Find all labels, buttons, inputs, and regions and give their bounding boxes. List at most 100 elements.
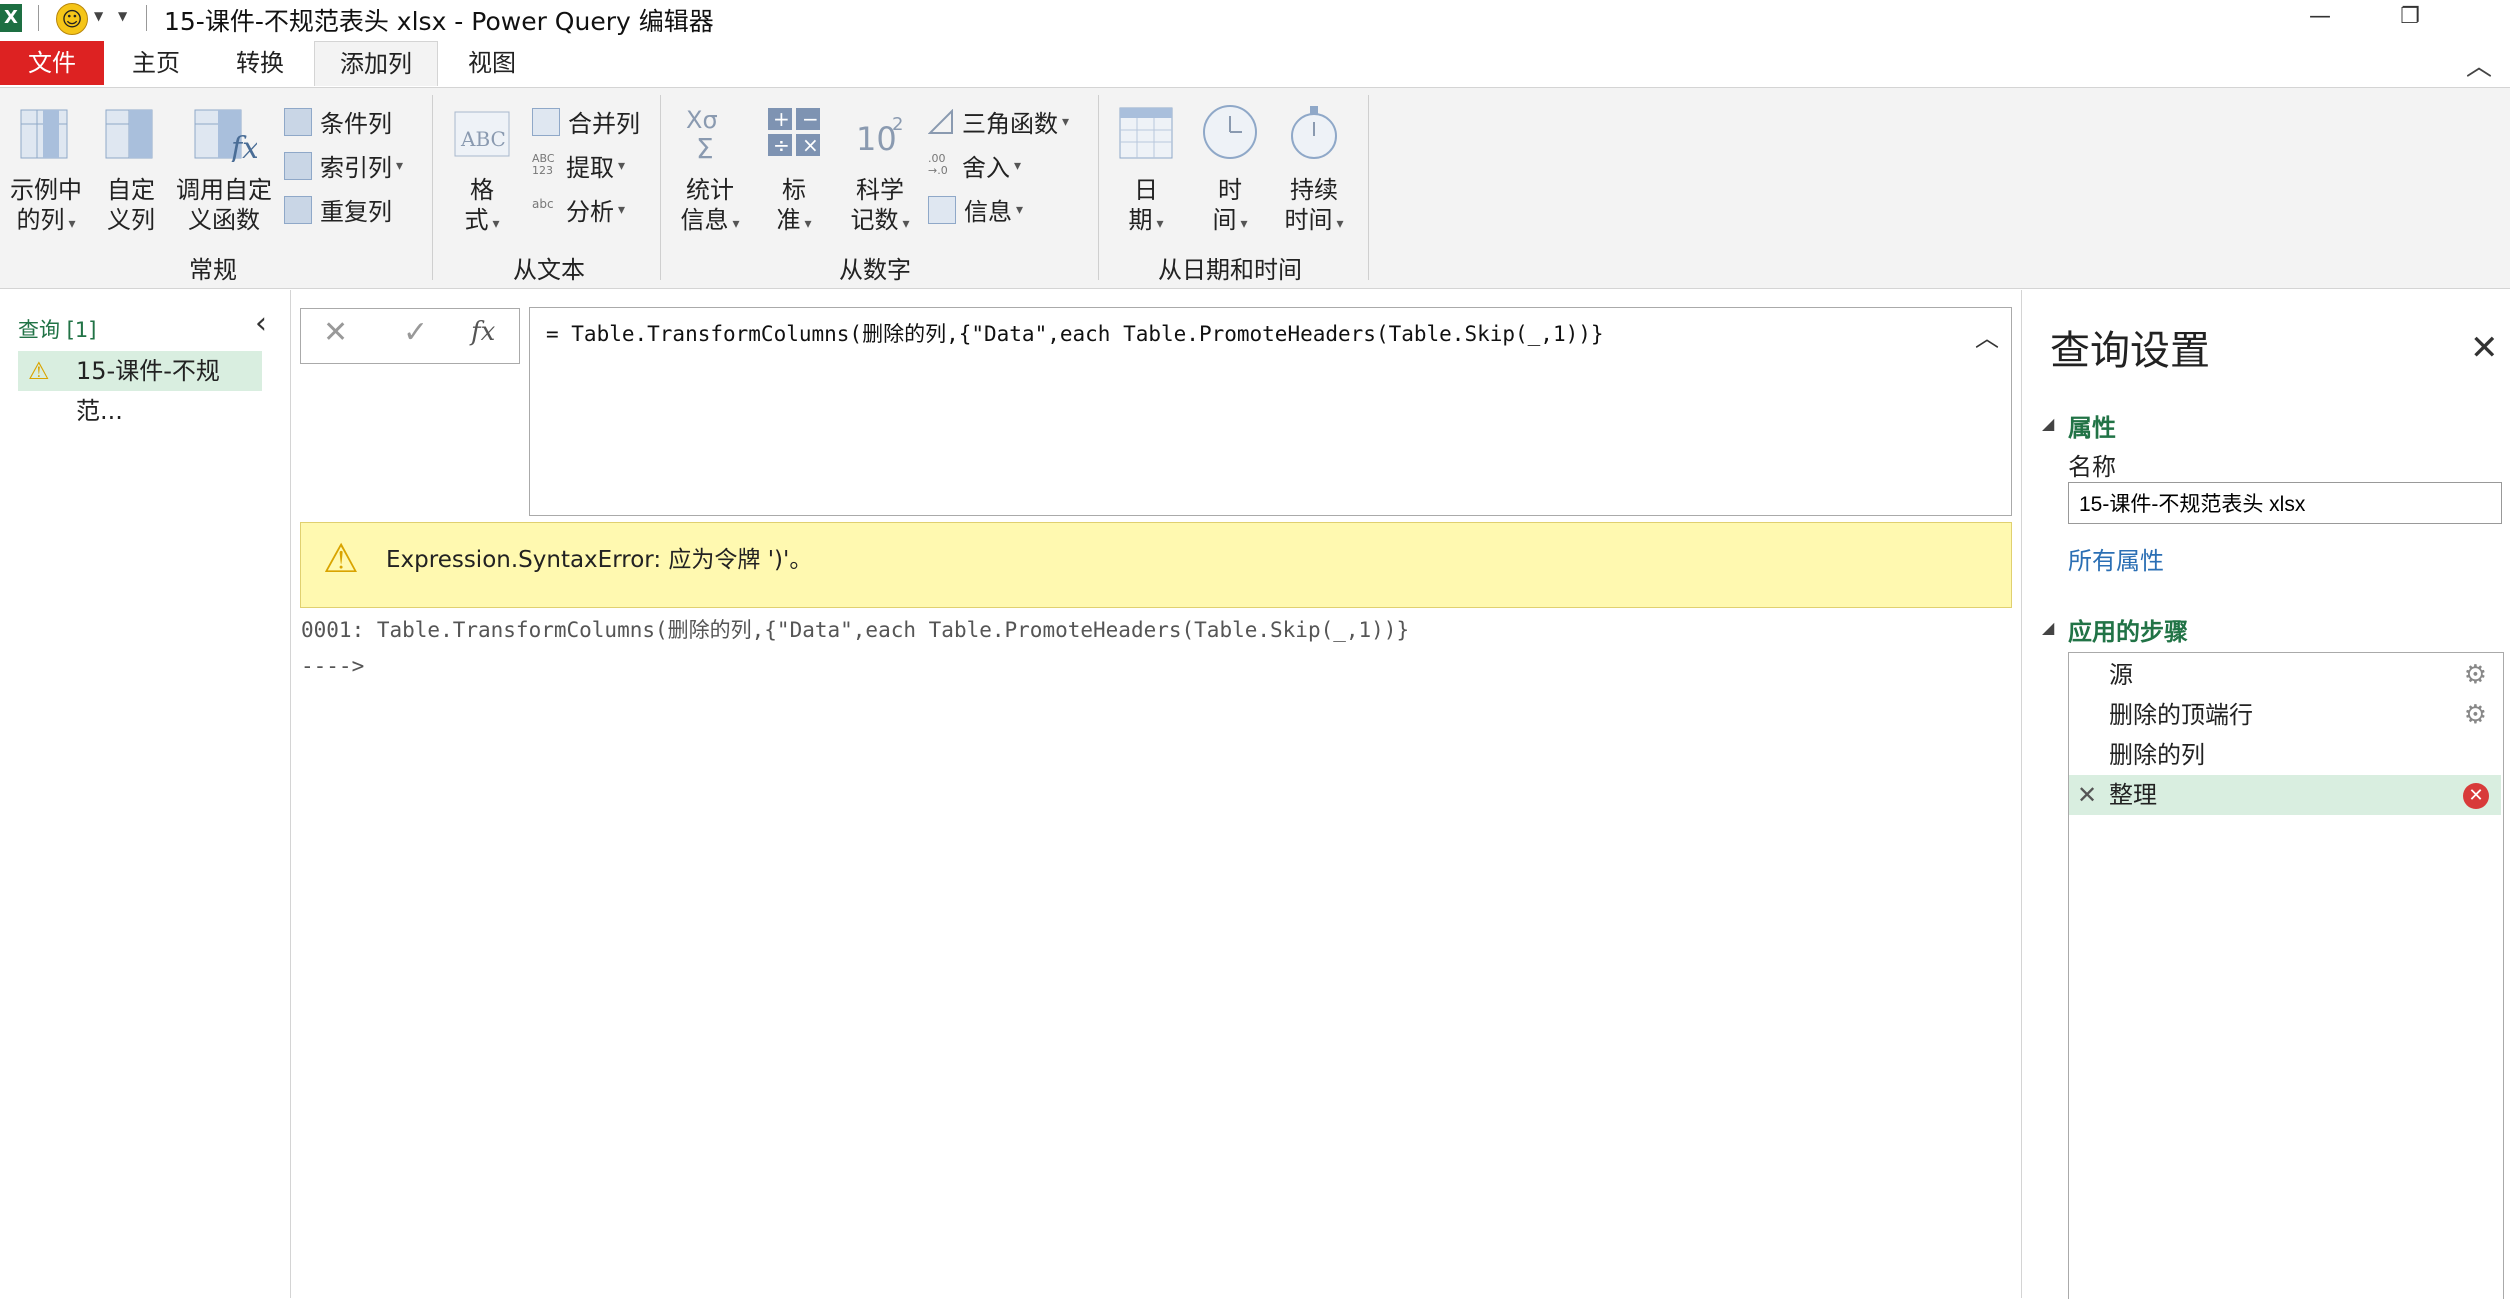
duplicate-column-icon (284, 195, 312, 224)
column-from-examples-label-1: 示例中 (10, 176, 82, 204)
customize-toolbar-icon[interactable]: ▼ (118, 9, 127, 23)
date-label-1: 日 (1134, 176, 1158, 204)
svg-text:÷: ÷ (773, 133, 790, 157)
smiley-icon[interactable]: ☺ (56, 3, 88, 35)
collapse-left-icon[interactable]: ‹ (255, 306, 267, 341)
tab-view[interactable]: 视图 (456, 41, 528, 85)
queries-header[interactable]: 查询 [1] (18, 314, 96, 344)
properties-header[interactable]: 属性 (2068, 408, 2116, 443)
duplicate-column-button[interactable]: 重复列 (284, 192, 392, 227)
time-label-2: 间 ▾ (1212, 206, 1248, 234)
restore-icon[interactable]: ❐ (2380, 0, 2440, 36)
minimize-icon[interactable]: — (2290, 0, 2350, 36)
extract-button[interactable]: ABC 123 提取 ▾ (532, 148, 625, 183)
group-label-from-number: 从数字 (839, 256, 911, 284)
error-detail-pointer: ----> (301, 654, 365, 678)
query-item-label: 15-课件-不规范... (76, 357, 220, 425)
collapse-triangle-icon[interactable]: ◢ (2042, 618, 2054, 637)
standard-icon: + −÷ × (768, 107, 820, 157)
scientific-label-1: 科学 (856, 176, 904, 204)
cancel-icon[interactable]: ✕ (323, 315, 348, 350)
step-label: 源 (2109, 661, 2133, 689)
formula-text[interactable]: = Table.TransformColumns(删除的列,{"Data",ea… (546, 318, 1604, 348)
delete-step-icon[interactable]: ✕ (2077, 775, 2097, 815)
index-column-button[interactable]: 索引列 ▾ (284, 148, 403, 183)
information-button[interactable]: 信息 ▾ (928, 192, 1023, 227)
format-label-2: 式 ▾ (464, 206, 500, 234)
name-input[interactable] (2068, 482, 2502, 524)
column-from-examples-button[interactable]: 示例中 的列 ▾ (6, 102, 86, 239)
error-message: Expression.SyntaxError: 应为令牌 ')'。 (386, 547, 813, 573)
warning-icon: ⚠ (323, 536, 359, 582)
tab-file[interactable]: 文件 (0, 41, 104, 85)
gear-icon[interactable]: ⚙ (2464, 695, 2487, 735)
scientific-button[interactable]: 10 2 科学 记数 ▾ (840, 102, 920, 239)
conditional-column-button[interactable]: 条件列 (284, 104, 392, 139)
statistics-label-2: 信息 ▾ (680, 206, 740, 234)
svg-text:−: − (802, 107, 819, 131)
merge-columns-label: 合并列 (568, 110, 640, 138)
rounding-label: 舍入 (962, 154, 1010, 182)
step-removed-columns[interactable]: 删除的列 (2069, 735, 2501, 775)
merge-columns-button[interactable]: 合并列 (532, 104, 640, 139)
gear-icon[interactable]: ⚙ (2464, 655, 2487, 695)
error-icon: ✕ (2463, 783, 2489, 809)
calendar-icon (1119, 107, 1173, 159)
group-separator (1368, 95, 1369, 280)
collapse-ribbon-icon[interactable]: ︿ (2466, 46, 2492, 83)
step-label: 删除的顶端行 (2109, 701, 2253, 729)
rounding-button[interactable]: .00 →.0 舍入 ▾ (928, 148, 1021, 183)
stopwatch-icon (1291, 106, 1337, 159)
scientific-icon: 102 (856, 114, 903, 158)
tab-add-column[interactable]: 添加列 (314, 41, 438, 86)
scientific-label-2: 记数 ▾ (850, 206, 910, 234)
tab-home[interactable]: 主页 (120, 41, 192, 85)
confirm-icon[interactable]: ✓ (403, 315, 428, 350)
statistics-button[interactable]: Xσ Σ 统计 信息 ▾ (670, 102, 750, 239)
invoke-function-label-2: 义函数 (188, 206, 260, 234)
information-icon (928, 195, 956, 224)
trigonometry-button[interactable]: 三角函数 ▾ (928, 104, 1069, 139)
queries-pane (0, 290, 291, 1298)
invoke-custom-function-button[interactable]: fx 调用自定 义函数 (174, 102, 274, 235)
step-source[interactable]: 源 ⚙ (2069, 655, 2501, 695)
custom-column-label-2: 义列 (107, 206, 155, 234)
time-button[interactable]: 时 间 ▾ (1194, 102, 1266, 239)
query-item[interactable]: ⚠ 15-课件-不规范... (18, 351, 262, 425)
parse-button[interactable]: abc 分析 ▾ (532, 192, 625, 227)
index-column-icon (284, 151, 312, 180)
collapse-triangle-icon[interactable]: ◢ (2042, 414, 2054, 433)
tab-transform[interactable]: 转换 (224, 41, 296, 85)
close-icon[interactable]: ✕ (2470, 328, 2499, 368)
svg-text:Xσ: Xσ (686, 106, 718, 134)
excel-icon[interactable]: X (0, 4, 22, 32)
triangle-icon (928, 108, 953, 134)
svg-text:×: × (802, 133, 819, 157)
all-properties-link[interactable]: 所有属性 (2068, 541, 2164, 576)
custom-column-icon (105, 109, 153, 159)
information-label: 信息 (964, 198, 1012, 226)
parse-label: 分析 (566, 198, 614, 226)
duplicate-column-label: 重复列 (320, 198, 392, 226)
date-button[interactable]: 日 期 ▾ (1110, 102, 1182, 239)
collapse-formula-icon[interactable]: ︿ (1975, 318, 1999, 353)
formula-controls: ✕ ✓ fx (300, 308, 520, 364)
step-tidy[interactable]: ✕ 整理 ✕ (2069, 775, 2501, 815)
applied-steps-header[interactable]: 应用的步骤 (2068, 612, 2188, 647)
merge-columns-icon (532, 107, 560, 136)
format-button[interactable]: ABC 格 式 ▾ (446, 102, 518, 239)
group-separator (432, 95, 433, 280)
fx-icon[interactable]: fx (471, 317, 495, 347)
date-label-2: 期 ▾ (1128, 206, 1164, 234)
smiley-dropdown-icon[interactable]: ▼ (94, 9, 103, 23)
group-separator (1098, 95, 1099, 280)
custom-column-button[interactable]: 自定 义列 (98, 102, 164, 235)
standard-button[interactable]: + − ÷ × 标 准 ▾ (758, 102, 830, 239)
step-removed-top-rows[interactable]: 删除的顶端行 ⚙ (2069, 695, 2501, 735)
duration-button[interactable]: 持续 时间 ▾ (1278, 102, 1350, 239)
step-label: 整理 (2109, 781, 2157, 809)
group-label-from-datetime: 从日期和时间 (1158, 256, 1302, 284)
conditional-column-icon (284, 107, 312, 136)
svg-text:fx: fx (229, 131, 257, 162)
extract-label: 提取 (566, 154, 614, 182)
